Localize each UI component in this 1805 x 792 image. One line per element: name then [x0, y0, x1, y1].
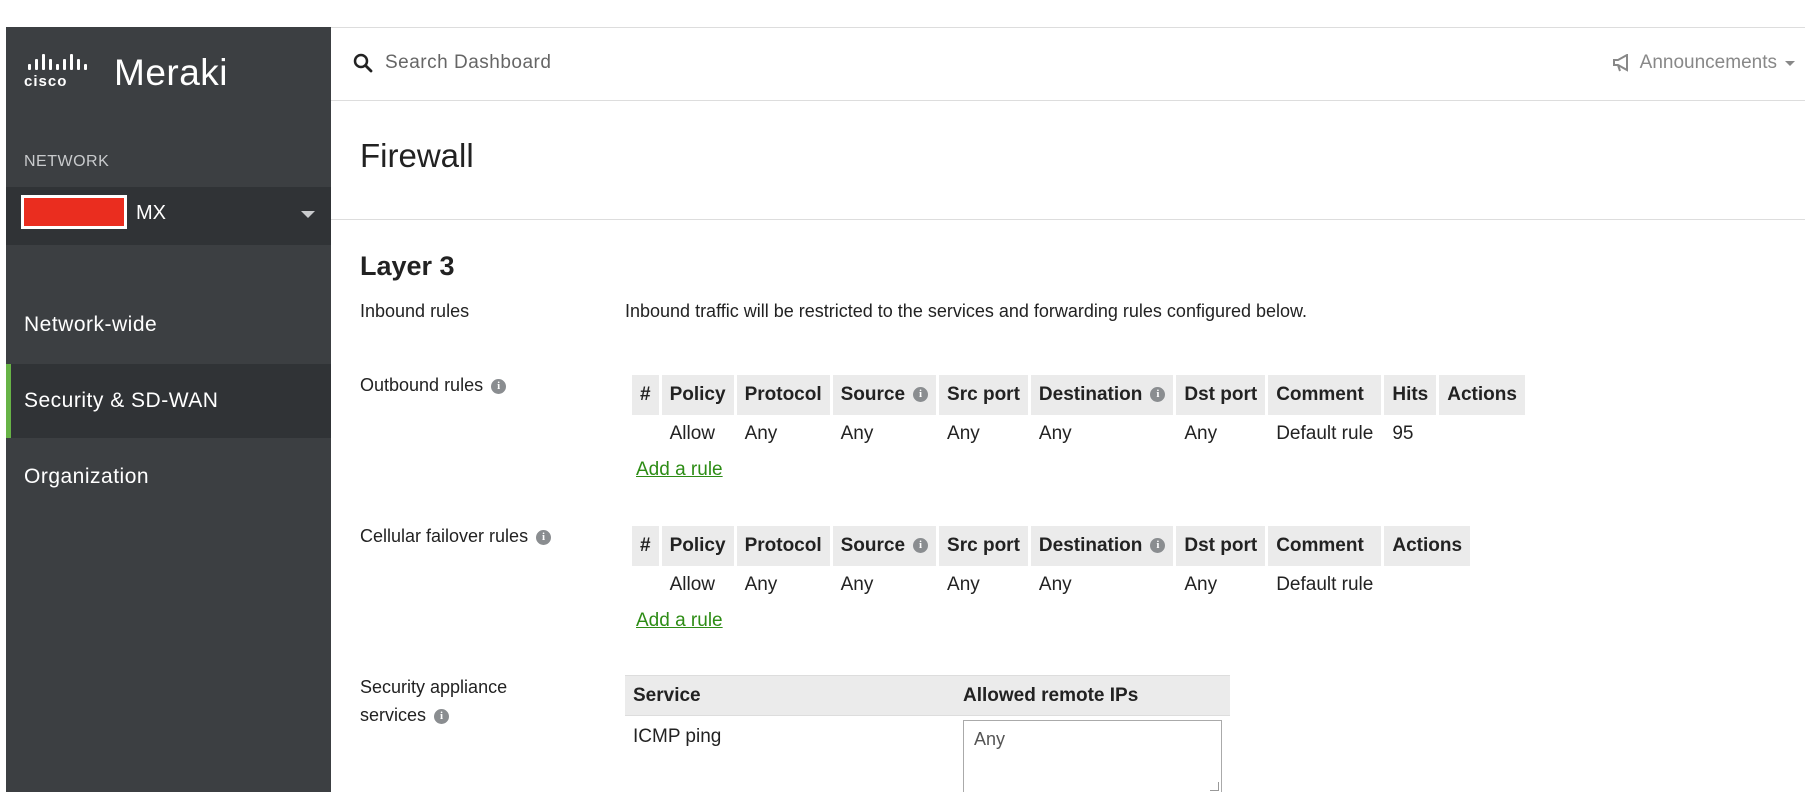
cell-hits: 95 — [1392, 423, 1414, 444]
cell-destination[interactable]: Any — [1031, 566, 1173, 604]
column-header-destination: Destination i — [1030, 526, 1174, 566]
page-title: Firewall — [360, 137, 474, 174]
cell-actions — [1384, 566, 1470, 604]
section-title: Layer 3 — [360, 251, 455, 281]
column-header: Comment — [1268, 375, 1382, 415]
column-header: Protocol — [736, 526, 830, 566]
column-header: Allowed remote IPs — [955, 675, 1230, 716]
inbound-rules-label: Inbound rules — [360, 301, 470, 321]
cell-src-port[interactable]: Any — [939, 566, 1028, 604]
announcements-menu[interactable]: Announcements — [1612, 52, 1795, 74]
redacted-network-name — [21, 195, 127, 229]
top-bar: Search Dashboard Announcements — [331, 27, 1805, 101]
cell-comment[interactable]: Default rule — [1268, 415, 1381, 453]
column-header: Actions — [1439, 375, 1525, 415]
add-outbound-rule-link[interactable]: Add a rule — [636, 459, 723, 481]
column-header-destination: Destination i — [1030, 375, 1174, 415]
network-label: NETWORK — [24, 153, 110, 170]
info-icon[interactable]: i — [1150, 538, 1166, 554]
caret-down-icon — [301, 211, 315, 218]
cisco-wordmark: cisco — [24, 73, 68, 90]
product-name: Meraki — [114, 52, 229, 93]
cisco-meraki-logo[interactable]: cisco Meraki — [24, 52, 229, 93]
cell-comment[interactable]: Default rule — [1268, 566, 1381, 604]
cell-actions — [1439, 415, 1525, 453]
search-placeholder: Search Dashboard — [385, 52, 552, 73]
allowed-remote-ips-field[interactable]: Any — [963, 720, 1222, 792]
sidebar-item-network-wide[interactable]: Network-wide — [6, 288, 331, 362]
column-header-source: Source i — [832, 526, 937, 566]
column-header: Dst port — [1176, 375, 1266, 415]
search-icon — [353, 53, 373, 73]
cell-dst-port[interactable]: Any — [1176, 566, 1265, 604]
cell-src-port[interactable]: Any — [939, 415, 1028, 453]
appliance-services-table: Service Allowed remote IPs ICMP ping Any — [625, 675, 1230, 792]
cell-destination[interactable]: Any — [1031, 415, 1173, 453]
cell-dst-port[interactable]: Any — [1176, 415, 1265, 453]
table-header-row: Service Allowed remote IPs — [625, 675, 1230, 716]
column-header: Src port — [939, 375, 1028, 415]
column-header: # — [632, 526, 659, 566]
column-header: Comment — [1268, 526, 1382, 566]
outbound-rules-table: # Policy Protocol Source i Src port Desti… — [629, 375, 1528, 453]
cell-policy[interactable]: Allow — [662, 415, 734, 453]
security-appliance-services-label: Security appliance services i — [360, 677, 508, 725]
info-icon[interactable]: i — [491, 378, 507, 394]
table-row[interactable]: Allow Any Any Any Any Any Default rule — [632, 566, 1470, 604]
divider — [331, 219, 1805, 220]
cell-protocol[interactable]: Any — [737, 566, 830, 604]
cell-protocol[interactable]: Any — [737, 415, 830, 453]
column-header: Src port — [939, 526, 1028, 566]
sidebar-item-label: Network-wide — [24, 313, 158, 336]
column-header-source: Source i — [832, 375, 937, 415]
inbound-rules-text: Inbound traffic will be restricted to th… — [625, 301, 1308, 321]
network-name: MX — [136, 202, 166, 224]
cell-source[interactable]: Any — [833, 566, 936, 604]
sidebar-item-security-sd-wan[interactable]: Security & SD-WAN — [6, 364, 331, 438]
table-header-row: # Policy Protocol Source i Src port Desti… — [632, 375, 1525, 415]
info-icon[interactable]: i — [913, 538, 929, 554]
resize-handle-icon[interactable] — [1210, 782, 1219, 791]
add-cellular-rule-link[interactable]: Add a rule — [636, 610, 723, 632]
service-name: ICMP ping — [633, 726, 722, 747]
cell-policy[interactable]: Allow — [662, 566, 734, 604]
megaphone-icon — [1612, 54, 1628, 72]
cell-number — [632, 415, 659, 453]
column-header: # — [632, 375, 659, 415]
sidebar-item-label: Organization — [24, 465, 150, 488]
column-header: Hits — [1384, 375, 1437, 415]
main-content: Firewall Layer 3 Inbound rules Inbound t… — [331, 101, 1805, 792]
column-header: Policy — [661, 375, 734, 415]
info-icon[interactable]: i — [536, 529, 552, 545]
info-icon[interactable]: i — [913, 387, 929, 403]
search-input[interactable]: Search Dashboard — [353, 52, 551, 74]
chevron-down-icon — [1785, 60, 1795, 66]
info-icon[interactable]: i — [1150, 387, 1166, 403]
outbound-rules-label: Outbound rules i — [360, 371, 507, 399]
allowed-ips-cell: Any — [955, 716, 1230, 792]
column-header: Dst port — [1176, 526, 1266, 566]
cellular-failover-rules-label: Cellular failover rules i — [360, 522, 552, 550]
cellular-failover-rules-table: # Policy Protocol Source i Src port Desti… — [629, 526, 1473, 604]
sidebar-item-organization[interactable]: Organization — [6, 440, 331, 514]
sidebar-item-label: Security & SD-WAN — [24, 389, 219, 412]
table-header-row: # Policy Protocol Source i Src port Desti… — [632, 526, 1471, 566]
announcements-label: Announcements — [1639, 52, 1777, 73]
table-row: ICMP ping Any — [625, 716, 1230, 792]
cell-source[interactable]: Any — [833, 415, 936, 453]
network-selector[interactable]: MX — [6, 187, 331, 245]
info-icon[interactable]: i — [434, 708, 450, 724]
column-header: Service — [625, 675, 955, 716]
cisco-logo-icon: cisco — [24, 54, 104, 92]
column-header: Protocol — [736, 375, 830, 415]
cell-number — [632, 566, 659, 604]
column-header: Actions — [1384, 526, 1471, 566]
sidebar: cisco Meraki NETWORK MX Network-wide Sec… — [6, 27, 331, 792]
column-header: Policy — [661, 526, 734, 566]
table-row[interactable]: Allow Any Any Any Any Any Default rule 9… — [632, 415, 1525, 453]
